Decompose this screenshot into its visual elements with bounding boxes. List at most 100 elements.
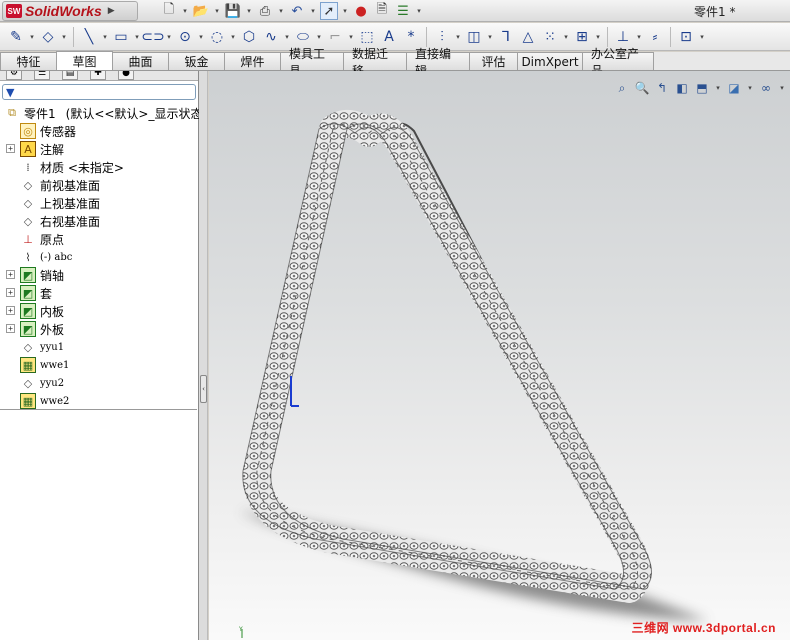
save-icon[interactable]: 💾: [224, 2, 242, 20]
tab-features[interactable]: 特征: [0, 52, 57, 70]
trim-dropdown-icon[interactable]: ▾: [454, 33, 462, 41]
text-icon[interactable]: A: [379, 27, 399, 47]
line-dropdown-icon[interactable]: ▾: [101, 33, 109, 41]
undo-icon[interactable]: ↶: [288, 2, 306, 20]
expand-toggle-icon[interactable]: +: [6, 288, 15, 297]
new-dropdown-icon[interactable]: ▾: [181, 7, 189, 15]
select-dropdown-icon[interactable]: ▾: [341, 7, 349, 15]
move-entities-icon[interactable]: ⊞: [572, 27, 592, 47]
move-dropdown-icon[interactable]: ▾: [594, 33, 602, 41]
expand-toggle-icon[interactable]: +: [6, 144, 15, 153]
feature-manager-tab-icon[interactable]: ⚙: [6, 71, 22, 80]
tree-item[interactable]: ⁞ 材质 <未指定>: [20, 158, 124, 176]
slot-icon[interactable]: ⊂⊃: [141, 27, 164, 47]
file-properties-icon[interactable]: 🗎: [373, 2, 391, 20]
line-icon[interactable]: ╲: [79, 27, 99, 47]
dimxpert-manager-tab-icon[interactable]: ✚: [90, 71, 106, 80]
tree-item[interactable]: ◩ 销轴: [20, 266, 64, 284]
expand-toggle-icon[interactable]: +: [6, 306, 15, 315]
roller-chain-model[interactable]: [242, 109, 652, 603]
open-folder-icon[interactable]: 📂: [192, 2, 210, 20]
graphics-area[interactable]: ⌕ 🔍 ↰ ◧ ⬒ ▾ ◪ ▾ ∞ ▾ Y 三维网 www.3dportal.c…: [209, 71, 790, 640]
convert-entities-icon[interactable]: ◫: [464, 27, 484, 47]
configuration-manager-tab-icon[interactable]: ▤: [62, 71, 78, 80]
rectangle-icon[interactable]: ▭: [111, 27, 131, 47]
display-manager-tab-icon[interactable]: ●: [118, 71, 134, 80]
tab-direct-editing[interactable]: 直接编辑: [406, 47, 470, 78]
solidworks-menu-button[interactable]: SW SolidWorks ▶: [2, 1, 138, 21]
tree-item[interactable]: A 注解: [20, 140, 64, 158]
tree-item[interactable]: ◩ 内板: [20, 302, 64, 320]
tree-item[interactable]: ◎ 传感器: [20, 122, 76, 140]
trim-icon[interactable]: ⫶: [432, 27, 452, 47]
tab-mold-tools[interactable]: 模具工具: [280, 47, 344, 78]
tab-data-migration[interactable]: 数据迁移: [343, 47, 407, 78]
tree-item[interactable]: ◇ yyu1: [20, 338, 64, 356]
tree-item[interactable]: ◩ 套: [20, 284, 52, 302]
pattern-dropdown-icon[interactable]: ▾: [562, 33, 570, 41]
spline-icon[interactable]: ∿: [261, 27, 281, 47]
arc-dropdown-icon[interactable]: ▾: [229, 33, 237, 41]
tree-item[interactable]: ◩ 外板: [20, 320, 64, 338]
tree-item[interactable]: ◇ 前视基准面: [20, 176, 100, 194]
smart-dimension-icon[interactable]: ◇: [38, 27, 58, 47]
circle-dropdown-icon[interactable]: ▾: [197, 33, 205, 41]
print-icon[interactable]: ⎙: [256, 2, 274, 20]
open-dropdown-icon[interactable]: ▾: [213, 7, 221, 15]
plane-sketch-icon[interactable]: ⬚: [357, 27, 377, 47]
feature-tree-filter[interactable]: ▼: [2, 84, 196, 100]
annotation-icon: A: [20, 141, 36, 157]
options-dropdown-icon[interactable]: ▾: [415, 7, 423, 15]
arc-icon[interactable]: ◌: [207, 27, 227, 47]
relations-dropdown-icon[interactable]: ▾: [635, 33, 643, 41]
point-icon[interactable]: *: [401, 27, 421, 47]
print-dropdown-icon[interactable]: ▾: [277, 7, 285, 15]
panel-splitter[interactable]: ‹: [199, 71, 208, 640]
tab-sketch[interactable]: 草图: [56, 51, 113, 70]
slot-dropdown-icon[interactable]: ▾: [165, 33, 173, 41]
repair-sketch-icon[interactable]: ⸗: [645, 27, 665, 47]
tab-dimxpert[interactable]: DimXpert: [517, 52, 583, 70]
select-pointer-icon[interactable]: ➚: [320, 2, 338, 20]
tree-item[interactable]: ◇ 上视基准面: [20, 194, 100, 212]
ellipse-dropdown-icon[interactable]: ▾: [315, 33, 323, 41]
tree-item[interactable]: ◇ yyu2: [20, 374, 64, 392]
tree-root-part[interactable]: ⧉ 零件1 (默认<<默认>_显示状态: [4, 104, 202, 122]
tree-item[interactable]: ◇ 右视基准面: [20, 212, 100, 230]
sketch-icon[interactable]: ✎: [6, 27, 26, 47]
polygon-icon[interactable]: ⬡: [239, 27, 259, 47]
undo-dropdown-icon[interactable]: ▾: [309, 7, 317, 15]
property-manager-tab-icon[interactable]: ☰: [34, 71, 50, 80]
fillet-dropdown-icon[interactable]: ▾: [347, 33, 355, 41]
tab-office-products[interactable]: 办公室产品: [582, 47, 654, 78]
display-relations-icon[interactable]: ⊥: [613, 27, 633, 47]
sketch-dropdown-icon[interactable]: ▾: [28, 33, 36, 41]
linear-pattern-icon[interactable]: ⁙: [540, 27, 560, 47]
circle-icon[interactable]: ⊙: [175, 27, 195, 47]
quick-snaps-icon[interactable]: ⊡: [676, 27, 696, 47]
tab-evaluate[interactable]: 评估: [469, 52, 518, 70]
ellipse-icon[interactable]: ⬭: [293, 27, 313, 47]
rebuild-traffic-light-icon[interactable]: ●: [352, 2, 370, 20]
tree-item[interactable]: ▦ wwe2: [20, 392, 69, 410]
expand-toggle-icon[interactable]: +: [6, 324, 15, 333]
tree-item[interactable]: ▦ wwe1: [20, 356, 69, 374]
convert-dropdown-icon[interactable]: ▾: [486, 33, 494, 41]
save-dropdown-icon[interactable]: ▾: [245, 7, 253, 15]
spline-dropdown-icon[interactable]: ▾: [283, 33, 291, 41]
collapse-panel-handle[interactable]: ‹: [200, 375, 207, 403]
dimension-dropdown-icon[interactable]: ▾: [60, 33, 68, 41]
new-document-icon[interactable]: 🗋: [160, 2, 178, 20]
tab-sheet-metal[interactable]: 钣金: [168, 52, 225, 70]
tab-weldments[interactable]: 焊件: [224, 52, 281, 70]
tree-item[interactable]: ⊥ 原点: [20, 230, 64, 248]
rectangle-dropdown-icon[interactable]: ▾: [133, 33, 141, 41]
tab-surfaces[interactable]: 曲面: [112, 52, 169, 70]
options-icon[interactable]: ☰: [394, 2, 412, 20]
snaps-dropdown-icon[interactable]: ▾: [698, 33, 706, 41]
tree-item[interactable]: ⌇ (-) abc: [20, 248, 72, 266]
expand-toggle-icon[interactable]: +: [6, 270, 15, 279]
fillet-icon[interactable]: ⌐: [325, 27, 345, 47]
offset-entities-icon[interactable]: ⅂: [496, 27, 516, 47]
mirror-icon[interactable]: △: [518, 27, 538, 47]
